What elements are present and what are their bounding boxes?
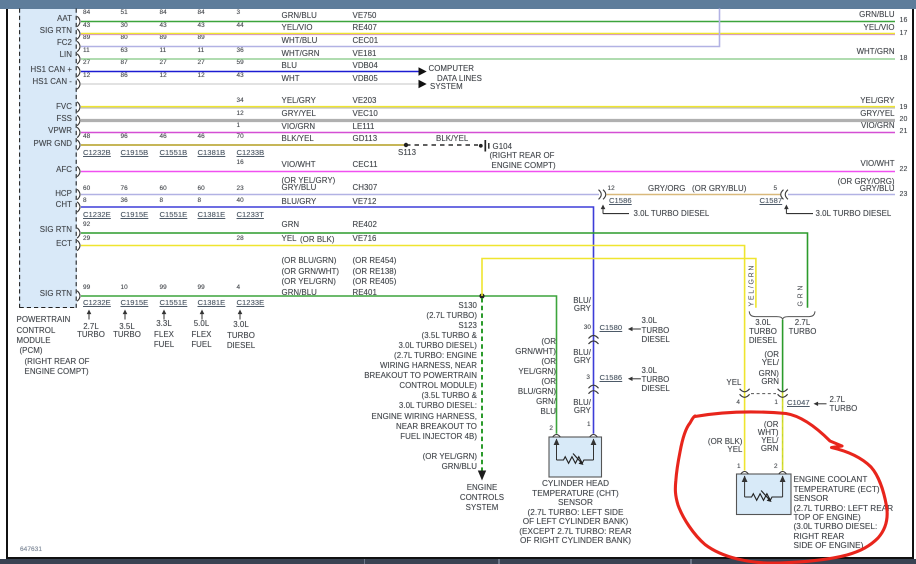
svg-text:GRN: GRN [798, 286, 805, 307]
svg-text:YEL/GRN: YEL/GRN [749, 266, 756, 307]
